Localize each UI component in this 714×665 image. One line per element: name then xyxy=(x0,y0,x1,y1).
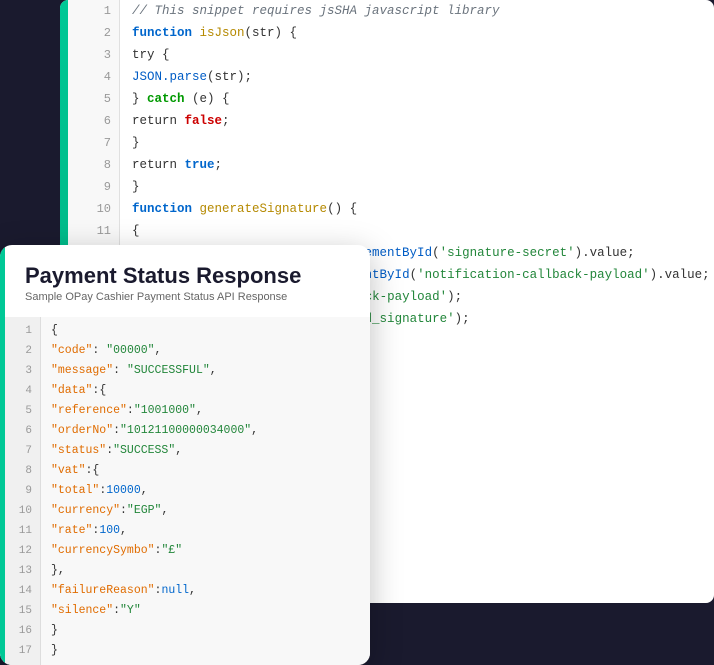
json-line: "status":"SUCCESS", xyxy=(51,441,360,461)
json-line: }, xyxy=(51,561,360,581)
modal-line-numbers: 1234567891011121314151617 xyxy=(5,317,41,665)
json-line: "vat":{ xyxy=(51,461,360,481)
code-line: } xyxy=(132,132,702,154)
json-line: "rate":100, xyxy=(51,521,360,541)
json-line: "orderNo":"10121100000034000", xyxy=(51,421,360,441)
payment-status-modal: Payment Status Response Sample OPay Cash… xyxy=(0,245,370,665)
json-line: } xyxy=(51,621,360,641)
json-line: "currencySymbo":"£" xyxy=(51,541,360,561)
json-line: "reference":"1001000", xyxy=(51,401,360,421)
code-line: JSON.parse(str); xyxy=(132,66,702,88)
json-line: "data":{ xyxy=(51,381,360,401)
code-line: function generateSignature() { xyxy=(132,198,702,220)
json-line: "message": "SUCCESSFUL", xyxy=(51,361,360,381)
json-line: } xyxy=(51,641,360,661)
modal-code-area: 1234567891011121314151617 { "code": "000… xyxy=(0,317,370,665)
modal-title: Payment Status Response xyxy=(25,263,350,289)
modal-code-inner: 1234567891011121314151617 { "code": "000… xyxy=(5,317,370,665)
json-line: "currency":"EGP", xyxy=(51,501,360,521)
json-line: { xyxy=(51,321,360,341)
code-line: return true; xyxy=(132,154,702,176)
modal-subtitle: Sample OPay Cashier Payment Status API R… xyxy=(25,291,350,303)
code-line: function isJson(str) { xyxy=(132,22,702,44)
code-line: { xyxy=(132,220,702,242)
json-line: "failureReason":null, xyxy=(51,581,360,601)
code-line: // This snippet requires jsSHA javascrip… xyxy=(132,0,702,22)
modal-code-content: { "code": "00000", "message": "SUCCESSFU… xyxy=(41,317,370,665)
json-line: "silence":"Y" xyxy=(51,601,360,621)
code-line: try { xyxy=(132,44,702,66)
modal-header: Payment Status Response Sample OPay Cash… xyxy=(0,245,370,317)
code-line: return false; xyxy=(132,110,702,132)
json-line: "code": "00000", xyxy=(51,341,360,361)
code-line: } catch (e) { xyxy=(132,88,702,110)
json-line: "total":10000, xyxy=(51,481,360,501)
code-line: } xyxy=(132,176,702,198)
